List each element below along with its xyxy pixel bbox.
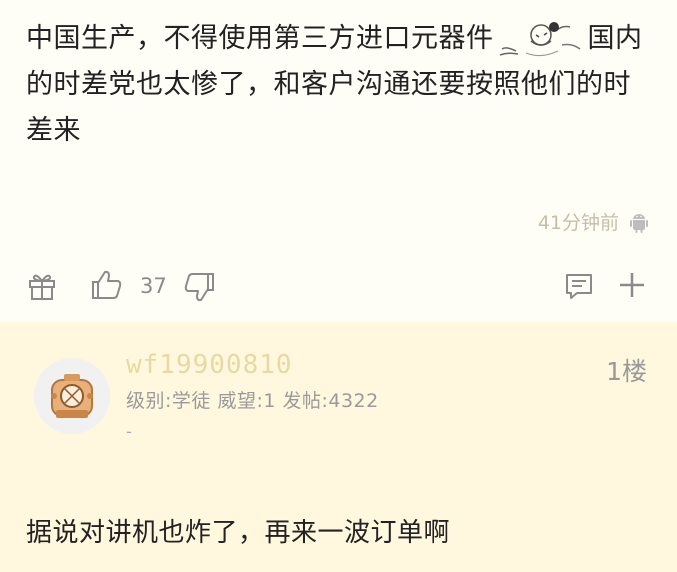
floor-number: 1楼 [606,357,647,386]
post-content: 中国生产，不得使用第三方进口元器件 国内的时差党也太惨了，和客户沟通还要按照他们… [26,16,656,154]
plus-icon[interactable] [617,270,647,300]
post-actions-bar: 37 [0,268,677,308]
reply-username[interactable]: wf19900810 [126,350,293,380]
thumb-down-icon[interactable] [182,270,216,304]
reply-card: wf19900810 1楼 级别:学徒 威望:1 发帖:4322 - 据说对讲机… [0,322,677,572]
post-timestamp: 41分钟前 [537,212,619,234]
post-text-part-1: 中国生产，不得使用第三方进口元器件 [26,23,494,54]
comment-icon[interactable] [563,270,595,302]
anime-girl-sticker-icon [499,21,580,56]
post-meta-row: 41分钟前 [538,208,649,235]
post-card: 中国生产，不得使用第三方进口元器件 国内的时差党也太惨了，和客户沟通还要按照他们… [0,0,677,322]
gift-icon[interactable] [26,270,58,302]
diving-helmet-avatar[interactable] [34,358,110,434]
android-icon [630,213,648,233]
thumb-up-icon[interactable] [90,268,124,302]
user-signature: - [126,422,132,441]
user-meta: 级别:学徒 威望:1 发帖:4322 [126,390,379,412]
like-count: 37 [140,274,167,298]
reply-content: 据说对讲机也炸了，再来一波订单啊 [26,518,451,548]
